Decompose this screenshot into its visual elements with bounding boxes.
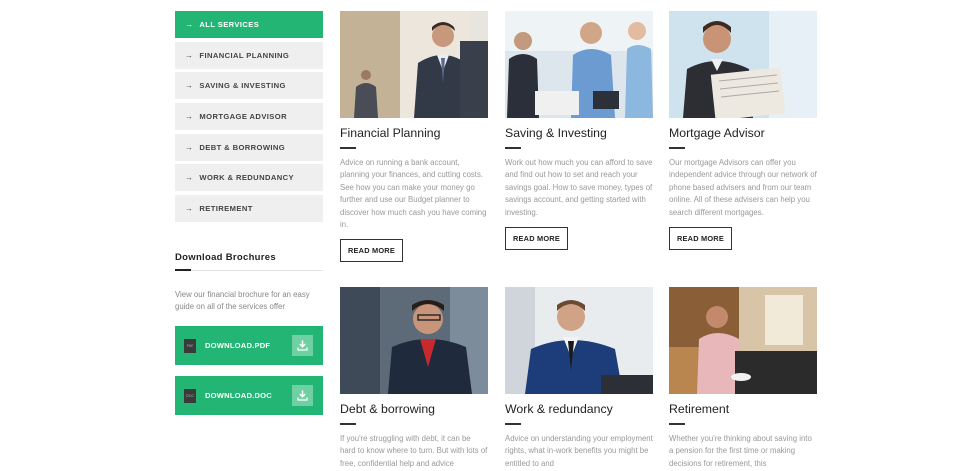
card-title: Work & redundancy — [505, 402, 613, 416]
doc-file-icon: DOC — [184, 388, 196, 403]
service-card-financial-planning: Financial Planning Advice on running a b… — [340, 11, 488, 263]
read-more-button[interactable]: READ MORE — [669, 227, 732, 251]
arrow-right-icon: → — [185, 20, 194, 29]
thoughtful-man-photo — [340, 287, 488, 394]
title-accent — [505, 423, 521, 425]
download-doc-button[interactable]: DOC DOWNLOAD.DOC — [175, 376, 323, 415]
sidebar-item-work-redundancy[interactable]: → WORK & REDUNDANCY — [175, 164, 323, 192]
download-doc-label: DOWNLOAD.DOC — [205, 391, 272, 400]
card-description: Advice on understanding your employment … — [505, 434, 653, 468]
title-accent — [669, 423, 685, 425]
download-pdf-button[interactable]: PDF DOWNLOAD.PDF — [175, 326, 323, 365]
sidebar-item-all-services[interactable]: → ALL SERVICES — [175, 11, 323, 38]
read-more-button[interactable]: READ MORE — [505, 227, 568, 251]
card-description: Whether you're thinking about saving int… — [669, 434, 812, 468]
card-title: Financial Planning — [340, 126, 441, 140]
brochures-heading: Download Brochures — [175, 252, 276, 263]
card-description: Advice on running a bank account, planni… — [340, 158, 487, 230]
sidebar-item-label: ALL SERVICES — [199, 20, 260, 29]
pdf-file-icon: PDF — [184, 338, 196, 353]
sidebar-item-label: SAVING & INVESTING — [199, 81, 286, 91]
sidebar-item-retirement[interactable]: → RETIREMENT — [175, 195, 323, 223]
sidebar-item-label: FINANCIAL PLANNING — [199, 50, 290, 60]
team-meeting-photo — [505, 11, 653, 118]
sidebar-item-label: MORTGAGE ADVISOR — [199, 112, 287, 122]
title-accent — [505, 147, 521, 149]
sidebar-item-debt-borrowing[interactable]: → DEBT & BORROWING — [175, 133, 323, 161]
arrow-right-icon: → — [185, 173, 194, 183]
card-title: Mortgage Advisor — [669, 126, 765, 140]
download-icon — [292, 335, 313, 356]
man-reading-newspaper-photo — [669, 11, 817, 118]
arrow-right-icon: → — [185, 204, 194, 214]
sidebar-item-label: DEBT & BORROWING — [199, 142, 286, 152]
sidebar-item-financial-planning[interactable]: → FINANCIAL PLANNING — [175, 41, 323, 69]
title-accent — [340, 147, 356, 149]
arrow-right-icon: → — [185, 142, 194, 152]
sidebar-item-mortgage-advisor[interactable]: → MORTGAGE ADVISOR — [175, 103, 323, 131]
business-meeting-photo — [340, 11, 488, 118]
man-on-phone-cafe-photo — [669, 287, 817, 394]
card-title: Saving & Investing — [505, 126, 607, 140]
businessman-suit-photo — [505, 287, 653, 394]
sidebar-item-saving-investing[interactable]: → SAVING & INVESTING — [175, 72, 323, 100]
services-sidebar: → ALL SERVICES → FINANCIAL PLANNING → SA… — [175, 11, 323, 226]
service-card-saving-investing: Saving & Investing Work out how much you… — [505, 11, 653, 251]
card-description: Our mortgage Advisors can offer you inde… — [669, 158, 817, 217]
service-card-work-redundancy: Work & redundancy Advice on understandin… — [505, 287, 653, 470]
service-card-debt-borrowing: Debt & borrowing If you're struggling wi… — [340, 287, 488, 470]
download-pdf-label: DOWNLOAD.PDF — [205, 341, 271, 350]
arrow-right-icon: → — [185, 81, 194, 91]
sidebar-item-label: WORK & REDUNDANCY — [199, 173, 294, 183]
card-title: Debt & borrowing — [340, 402, 436, 416]
service-card-retirement: Retirement Whether you're thinking about… — [669, 287, 817, 470]
download-icon — [292, 385, 313, 406]
divider — [175, 270, 323, 271]
sidebar-item-label: RETIREMENT — [199, 204, 253, 214]
heading-accent — [175, 269, 191, 271]
read-more-button[interactable]: READ MORE — [340, 239, 403, 263]
arrow-right-icon: → — [185, 112, 194, 122]
service-card-mortgage-advisor: Mortgage Advisor Our mortgage Advisors c… — [669, 11, 817, 251]
arrow-right-icon: → — [185, 50, 194, 60]
card-description: Work out how much you can afford to save… — [505, 158, 653, 217]
title-accent — [340, 423, 356, 425]
card-title: Retirement — [669, 402, 730, 416]
brochures-description: View our financial brochure for an easy … — [175, 290, 310, 311]
title-accent — [669, 147, 685, 149]
card-description: If you're struggling with debt, it can b… — [340, 434, 488, 468]
